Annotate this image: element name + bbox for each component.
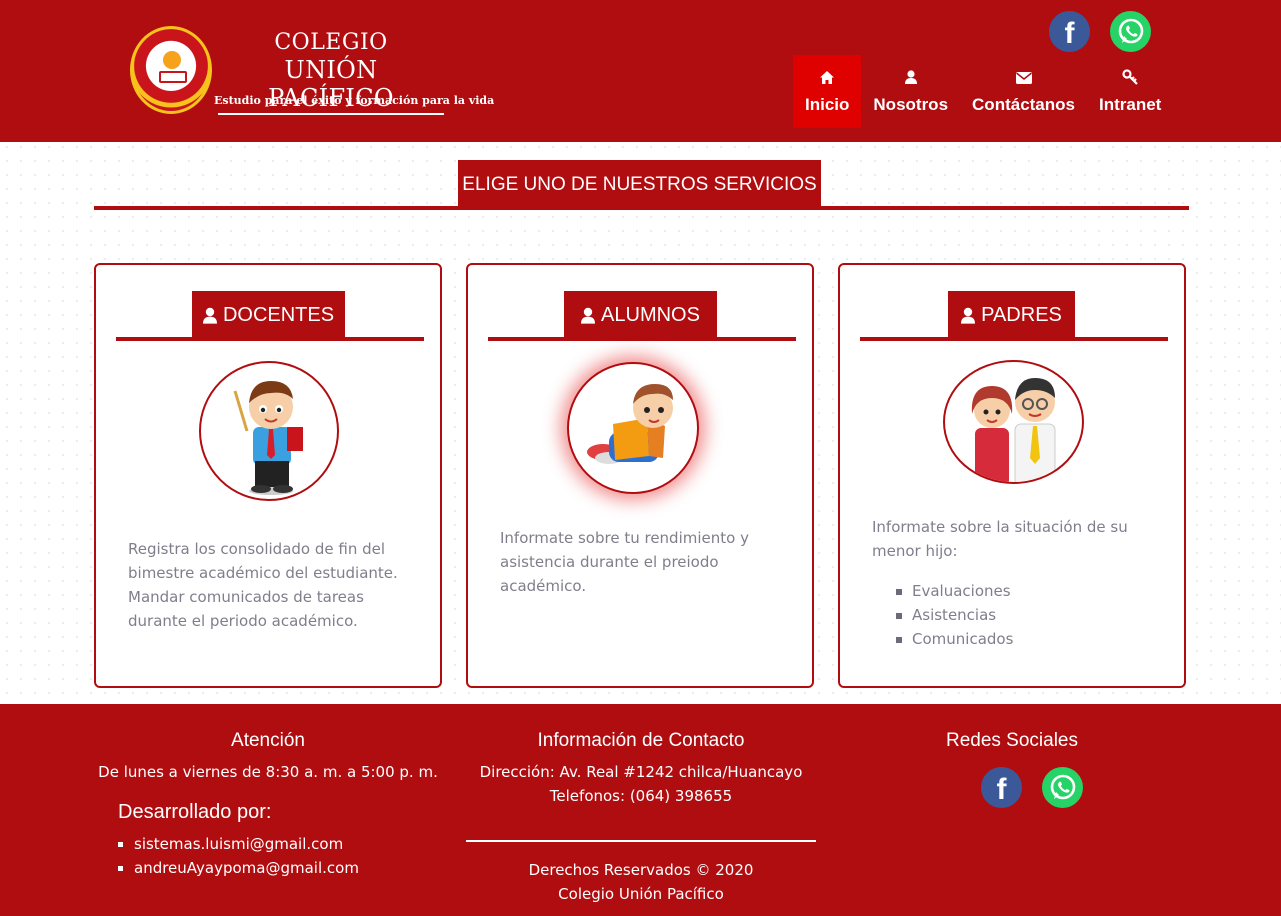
dev-email[interactable]: andreuAyaypoma@gmail.com bbox=[118, 856, 359, 880]
card-tab-padres[interactable]: PADRES bbox=[948, 291, 1075, 339]
header-social-links: f bbox=[1049, 11, 1151, 52]
card-description: Informate sobre la situación de su menor… bbox=[872, 518, 1128, 560]
card-alumnos[interactable]: ALUMNOS Informate sobre tu rendimiento y… bbox=[466, 263, 814, 688]
footer-rights-line1: Derechos Reservados © 2020 bbox=[528, 861, 754, 879]
school-logo[interactable] bbox=[130, 26, 212, 114]
book-icon bbox=[159, 71, 187, 83]
nav-label: Contáctanos bbox=[972, 94, 1075, 114]
facebook-icon[interactable]: f bbox=[1049, 11, 1090, 52]
whatsapp-icon[interactable] bbox=[1042, 767, 1083, 808]
card-tab-alumnos[interactable]: ALUMNOS bbox=[564, 291, 717, 339]
footer-contact-title: Información de Contacto bbox=[537, 730, 745, 751]
list-item: Evaluaciones bbox=[896, 579, 1013, 603]
nav-item-nosotros[interactable]: Nosotros bbox=[861, 55, 960, 128]
site-footer: Atención De lunes a viernes de 8:30 a. m… bbox=[0, 704, 1281, 916]
dev-email[interactable]: sistemas.luismi@gmail.com bbox=[118, 832, 359, 856]
card-padres[interactable]: PADRES Informate sobre la situación de s… bbox=[838, 263, 1186, 688]
main-nav: Inicio Nosotros Contáctanos Intranet bbox=[793, 55, 1173, 128]
user-icon bbox=[581, 307, 596, 324]
envelope-icon bbox=[1015, 69, 1032, 89]
footer-rights-line2: Colegio Unión Pacífico bbox=[558, 885, 724, 903]
card-docentes[interactable]: DOCENTES Registra los consolidado de fin… bbox=[94, 263, 442, 688]
nav-label: Nosotros bbox=[873, 94, 949, 114]
user-icon bbox=[961, 307, 976, 324]
card-title: DOCENTES bbox=[222, 303, 335, 326]
section-title: ELIGE UNO DE NUESTROS SERVICIOS bbox=[458, 160, 821, 210]
user-icon bbox=[202, 307, 217, 324]
nav-label: Intranet bbox=[1099, 94, 1162, 114]
nav-label: Inicio bbox=[805, 94, 850, 114]
user-icon bbox=[904, 69, 917, 89]
facebook-icon[interactable]: f bbox=[981, 767, 1022, 808]
logo-line1: COLEGIO bbox=[274, 30, 388, 55]
footer-atencion-text: De lunes a viernes de 8:30 a. m. a 5:00 … bbox=[98, 763, 438, 781]
student-reading-illustration bbox=[567, 362, 699, 494]
card-title: ALUMNOS bbox=[601, 303, 700, 326]
whatsapp-icon[interactable] bbox=[1110, 11, 1151, 52]
footer-dev-list: sistemas.luismi@gmail.com andreuAyaypoma… bbox=[118, 832, 359, 880]
teacher-illustration bbox=[199, 361, 339, 501]
list-item: Asistencias bbox=[896, 603, 1013, 627]
logo-tagline: Estudio para el éxito y formación para l… bbox=[214, 94, 495, 107]
footer-social-links: f bbox=[981, 767, 1083, 808]
footer-social-title: Redes Sociales bbox=[945, 730, 1079, 751]
card-description: Informate sobre tu rendimiento y asisten… bbox=[500, 529, 749, 595]
footer-atencion-title: Atención bbox=[231, 730, 305, 751]
parents-illustration bbox=[943, 360, 1084, 484]
footer-address: Dirección: Av. Real #1242 chilca/Huancay… bbox=[479, 763, 803, 781]
padres-feature-list: Evaluaciones Asistencias Comunicados bbox=[896, 579, 1013, 651]
sun-icon bbox=[163, 51, 181, 69]
list-item: Comunicados bbox=[896, 627, 1013, 651]
footer-phone: Telefonos: (064) 398655 bbox=[549, 787, 733, 805]
key-icon bbox=[1122, 68, 1138, 89]
home-icon bbox=[820, 69, 835, 89]
card-tab-docentes[interactable]: DOCENTES bbox=[192, 291, 345, 339]
card-description: Registra los consolidado de fin del bime… bbox=[128, 540, 398, 630]
footer-divider bbox=[466, 840, 816, 842]
site-header: COLEGIO UNIÓN PACÍFICO Estudio para el é… bbox=[0, 0, 1281, 142]
footer-dev-title: Desarrollado por: bbox=[118, 801, 272, 823]
nav-item-contactanos[interactable]: Contáctanos bbox=[960, 55, 1087, 128]
nav-item-intranet[interactable]: Intranet bbox=[1087, 55, 1173, 128]
card-title: PADRES bbox=[981, 303, 1062, 326]
nav-item-inicio[interactable]: Inicio bbox=[793, 55, 862, 128]
